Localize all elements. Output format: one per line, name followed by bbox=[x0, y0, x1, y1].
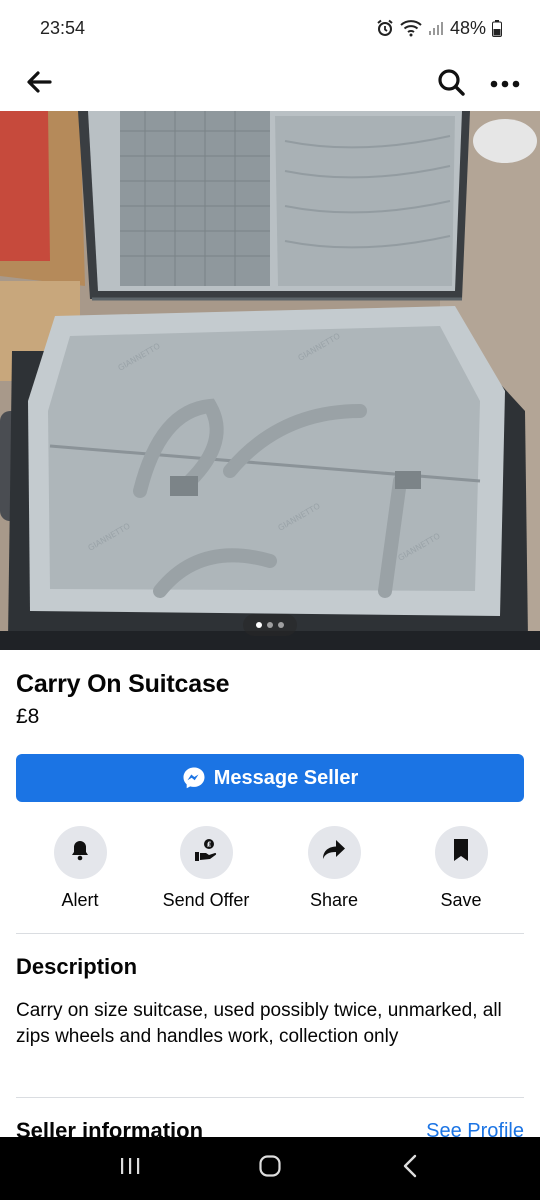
send-offer-icon: £ bbox=[193, 837, 219, 868]
top-nav bbox=[0, 56, 540, 112]
description-heading: Description bbox=[16, 954, 138, 979]
signal-icon bbox=[428, 20, 444, 36]
save-button[interactable]: Save bbox=[406, 826, 516, 911]
svg-text:£: £ bbox=[207, 841, 212, 849]
share-button[interactable]: Share bbox=[279, 826, 389, 911]
alert-circle bbox=[53, 826, 107, 879]
wifi-icon bbox=[400, 19, 422, 37]
system-back-button[interactable] bbox=[380, 1147, 440, 1191]
share-label: Share bbox=[309, 890, 359, 910]
bell-icon bbox=[69, 839, 91, 866]
send-offer-circle: £ bbox=[179, 826, 233, 879]
divider bbox=[16, 1097, 524, 1098]
arrow-left-icon bbox=[26, 70, 52, 98]
system-nav-bar bbox=[0, 1137, 540, 1200]
listing-photo[interactable]: GIANNETTO GIANNETTO GIANNETTO GIANNETTO … bbox=[0, 111, 540, 650]
carousel-dot bbox=[278, 622, 284, 628]
action-row: Alert £ Send Offer Share Save bbox=[0, 826, 540, 916]
home-icon bbox=[258, 1154, 282, 1183]
battery-percent: 48% bbox=[449, 17, 486, 38]
more-options-button[interactable] bbox=[488, 67, 522, 101]
send-offer-button[interactable]: £ Send Offer bbox=[151, 826, 261, 911]
messenger-icon bbox=[182, 766, 206, 790]
search-button[interactable] bbox=[434, 67, 468, 101]
back-button[interactable] bbox=[22, 67, 56, 101]
search-icon bbox=[437, 68, 465, 101]
home-button[interactable] bbox=[240, 1147, 300, 1191]
battery-icon bbox=[492, 19, 502, 37]
alert-button[interactable]: Alert bbox=[25, 826, 135, 911]
recent-apps-icon bbox=[119, 1156, 141, 1181]
carousel-dot bbox=[267, 622, 273, 628]
alert-label: Alert bbox=[61, 890, 99, 910]
share-circle bbox=[307, 826, 361, 879]
divider bbox=[16, 933, 524, 934]
carousel-indicator bbox=[243, 614, 297, 636]
message-seller-label: Message Seller bbox=[213, 766, 359, 789]
status-bar: 23:54 48% bbox=[0, 0, 540, 56]
save-circle bbox=[434, 826, 488, 879]
save-label: Save bbox=[440, 890, 482, 910]
status-icons: 48% bbox=[376, 18, 502, 39]
message-seller-button[interactable]: Message Seller bbox=[16, 754, 524, 802]
share-arrow-icon bbox=[322, 839, 346, 866]
description-text: Carry on size suitcase, used possibly tw… bbox=[16, 1000, 502, 1047]
alarm-icon bbox=[376, 19, 394, 37]
carousel-dot bbox=[256, 622, 262, 628]
recent-apps-button[interactable] bbox=[100, 1147, 160, 1191]
bookmark-icon bbox=[452, 838, 470, 867]
listing-price: £8 bbox=[16, 705, 40, 728]
chevron-left-icon bbox=[402, 1154, 418, 1183]
status-time: 23:54 bbox=[40, 17, 86, 38]
more-horizontal-icon bbox=[490, 75, 520, 93]
send-offer-label: Send Offer bbox=[162, 890, 250, 910]
listing-title: Carry On Suitcase bbox=[16, 670, 230, 698]
